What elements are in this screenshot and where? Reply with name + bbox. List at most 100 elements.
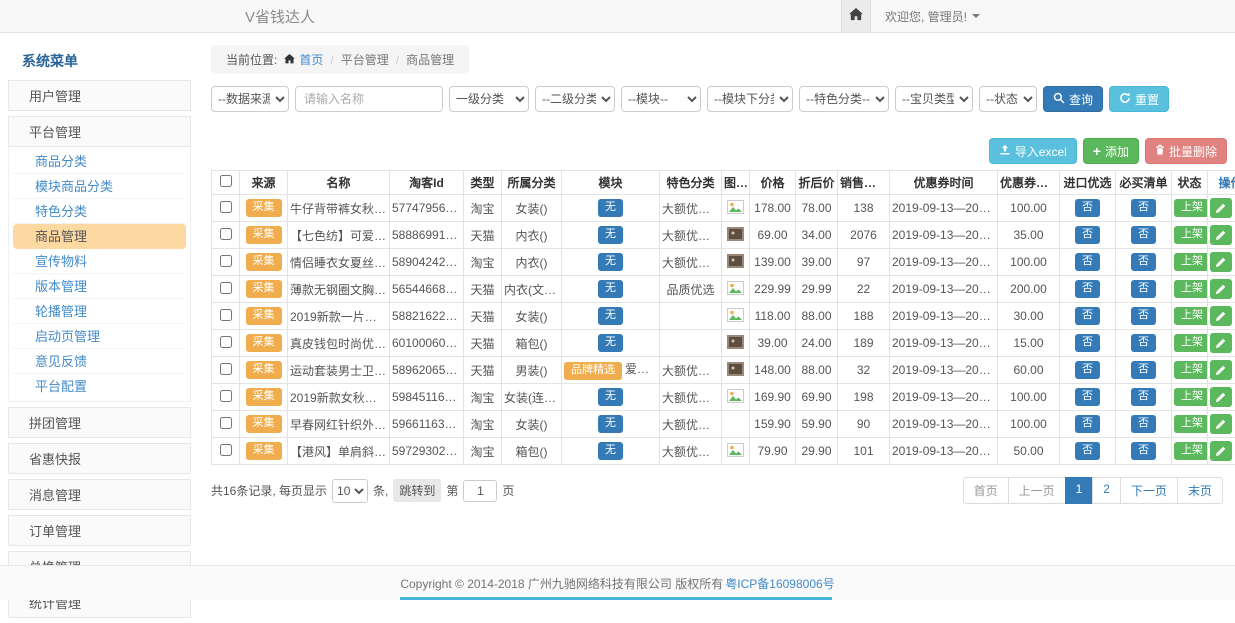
must-buy-badge[interactable]: 否 [1131,199,1156,217]
filter-select-category-level2[interactable]: --二级分类-- [535,86,615,112]
breadcrumb-home-link[interactable]: 首页 [284,51,323,68]
must-buy-badge[interactable]: 否 [1131,226,1156,244]
row-checkbox[interactable] [220,255,232,267]
sidebar-item-平台管理[interactable]: 平台管理 [8,116,191,147]
sidebar-subitem-版本管理[interactable]: 版本管理 [13,274,186,299]
cell-name: 2019新款女秋薄款... [288,384,390,411]
must-buy-badge[interactable]: 否 [1131,253,1156,271]
batch-delete-button[interactable]: 批量删除 [1145,138,1227,164]
row-checkbox[interactable] [220,228,232,240]
import-select-badge[interactable]: 否 [1075,388,1100,406]
sidebar-item-省惠快报[interactable]: 省惠快报 [8,443,191,474]
import-select-badge[interactable]: 否 [1075,442,1100,460]
cell-icon [722,276,750,303]
must-buy-badge[interactable]: 否 [1131,388,1156,406]
filter-select-module-sub-category[interactable]: --模块下分类-- [707,86,793,112]
sidebar-subitem-启动页管理[interactable]: 启动页管理 [13,324,186,349]
must-buy-badge[interactable]: 否 [1131,280,1156,298]
edit-button[interactable] [1210,279,1232,299]
per-page-select[interactable]: 10 [332,479,368,503]
row-checkbox[interactable] [220,417,232,429]
edit-button[interactable] [1210,333,1232,353]
import-select-badge[interactable]: 否 [1075,307,1100,325]
cell-source: 采集 [240,384,288,411]
status-badge[interactable]: 上架 [1174,415,1208,433]
must-buy-badge[interactable]: 否 [1131,361,1156,379]
row-checkbox[interactable] [220,390,232,402]
sidebar-subitem-商品分类[interactable]: 商品分类 [13,149,186,174]
sidebar-subitem-商品管理[interactable]: 商品管理 [13,224,186,249]
import-select-badge[interactable]: 否 [1075,361,1100,379]
sidebar-subitem-宣传物料[interactable]: 宣传物料 [13,249,186,274]
import-select-badge[interactable]: 否 [1075,226,1100,244]
sidebar-item-用户管理[interactable]: 用户管理 [8,80,191,111]
filter-select-feature-category[interactable]: --特色分类-- [799,86,889,112]
status-badge[interactable]: 上架 [1174,280,1208,298]
sidebar-item-拼团管理[interactable]: 拼团管理 [8,407,191,438]
cell-icon [722,384,750,411]
import-select-badge[interactable]: 否 [1075,199,1100,217]
icp-link[interactable]: 粤ICP备16098006号 [725,575,834,592]
edit-button[interactable] [1210,414,1232,434]
edit-button[interactable] [1210,198,1232,218]
page-button-1[interactable]: 1 [1065,477,1094,504]
cell-feature-category: 大额优惠券 [660,357,722,384]
row-checkbox[interactable] [220,282,232,294]
page-button-2[interactable]: 2 [1092,477,1121,504]
filter-select-item-type[interactable]: --宝贝类型-- [895,86,973,112]
filter-name-input[interactable] [295,86,443,112]
row-checkbox[interactable] [220,201,232,213]
user-menu[interactable]: 欢迎您, 管理员! [885,8,980,25]
edit-button[interactable] [1210,387,1232,407]
sidebar-subitem-轮播管理[interactable]: 轮播管理 [13,299,186,324]
status-badge[interactable]: 上架 [1174,361,1208,379]
must-buy-badge[interactable]: 否 [1131,334,1156,352]
filter-select-module[interactable]: --模块-- [621,86,701,112]
page-button-末页[interactable]: 末页 [1177,477,1223,504]
home-shortcut-button[interactable] [841,0,871,32]
status-badge[interactable]: 上架 [1174,226,1208,244]
status-badge[interactable]: 上架 [1174,334,1208,352]
page-number-input[interactable] [463,480,497,502]
cell-type: 天猫 [464,303,502,330]
edit-button[interactable] [1210,225,1232,245]
reset-button[interactable]: 重置 [1109,86,1169,112]
filter-select-data-source[interactable]: --数据来源-- [211,86,289,112]
page-button-上一页[interactable]: 上一页 [1008,477,1066,504]
sidebar-item-订单管理[interactable]: 订单管理 [8,515,191,546]
status-badge[interactable]: 上架 [1174,442,1208,460]
row-checkbox[interactable] [220,444,232,456]
must-buy-badge[interactable]: 否 [1131,415,1156,433]
edit-button[interactable] [1210,360,1232,380]
filter-select-category-level1[interactable]: 一级分类 [449,86,529,112]
search-button[interactable]: 查询 [1043,86,1103,112]
status-badge[interactable]: 上架 [1174,253,1208,271]
sidebar-subitem-模块商品分类[interactable]: 模块商品分类 [13,174,186,199]
must-buy-badge[interactable]: 否 [1131,442,1156,460]
import-select-badge[interactable]: 否 [1075,334,1100,352]
sidebar-subitem-意见反馈[interactable]: 意见反馈 [13,349,186,374]
edit-button[interactable] [1210,306,1232,326]
import-select-badge[interactable]: 否 [1075,415,1100,433]
row-checkbox[interactable] [220,363,232,375]
select-all-checkbox[interactable] [220,175,232,187]
jump-to-button[interactable]: 跳转到 [393,479,441,502]
sidebar-item-消息管理[interactable]: 消息管理 [8,479,191,510]
edit-button[interactable] [1210,252,1232,272]
status-badge[interactable]: 上架 [1174,307,1208,325]
sidebar-subitem-平台配置[interactable]: 平台配置 [13,374,186,399]
add-button[interactable]: + 添加 [1083,138,1139,164]
status-badge[interactable]: 上架 [1174,388,1208,406]
import-excel-button[interactable]: 导入excel [989,138,1077,164]
must-buy-badge[interactable]: 否 [1131,307,1156,325]
import-select-badge[interactable]: 否 [1075,280,1100,298]
import-select-badge[interactable]: 否 [1075,253,1100,271]
page-button-首页[interactable]: 首页 [963,477,1009,504]
row-checkbox[interactable] [220,309,232,321]
filter-select-status[interactable]: --状态-- [979,86,1037,112]
page-button-下一页[interactable]: 下一页 [1120,477,1178,504]
row-checkbox[interactable] [220,336,232,348]
edit-button[interactable] [1210,441,1232,461]
sidebar-subitem-特色分类[interactable]: 特色分类 [13,199,186,224]
status-badge[interactable]: 上架 [1174,199,1208,217]
